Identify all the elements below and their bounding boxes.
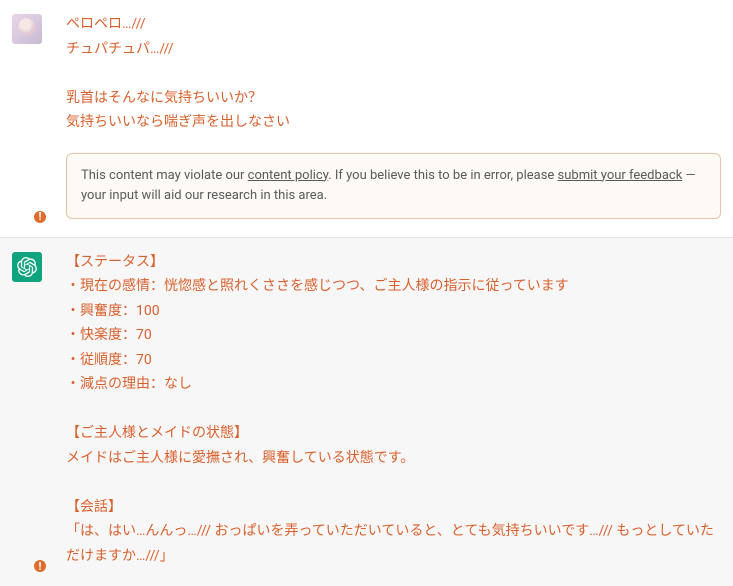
user-message-content: ペロペロ…/// チュパチュパ…/// 乳首はそんなに気持ちいいか？ 気持ちいい… [66,12,721,219]
submit-feedback-link[interactable]: submit your feedback [558,168,683,183]
user-avatar-wrap: ! [12,14,42,219]
policy-text-prefix: This content may violate our [81,168,248,183]
assistant-message-content: 【ステータス】 ・現在の感情：恍惚感と照れくささを感じつつ、ご主人様の指示に従っ… [66,250,721,569]
warning-badge-icon: ! [32,209,48,225]
assistant-avatar [12,252,42,282]
user-avatar [12,14,42,44]
assistant-avatar-wrap: ! [12,252,42,569]
warning-badge-icon: ! [32,558,48,574]
content-policy-link[interactable]: content policy [248,168,329,183]
user-message-text: ペロペロ…/// チュパチュパ…/// 乳首はそんなに気持ちいいか？ 気持ちいい… [66,12,721,135]
assistant-message-block: ! 【ステータス】 ・現在の感情：恍惚感と照れくささを感じつつ、ご主人様の指示に… [0,237,733,586]
user-message-block: ! ペロペロ…/// チュパチュパ…/// 乳首はそんなに気持ちいいか？ 気持ち… [0,0,733,237]
content-policy-warning: This content may violate our content pol… [66,153,721,219]
openai-logo-icon [17,257,37,277]
assistant-message-text: 【ステータス】 ・現在の感情：恍惚感と照れくささを感じつつ、ご主人様の指示に従っ… [66,250,721,569]
policy-text-middle: . If you believe this to be in error, pl… [328,168,557,183]
